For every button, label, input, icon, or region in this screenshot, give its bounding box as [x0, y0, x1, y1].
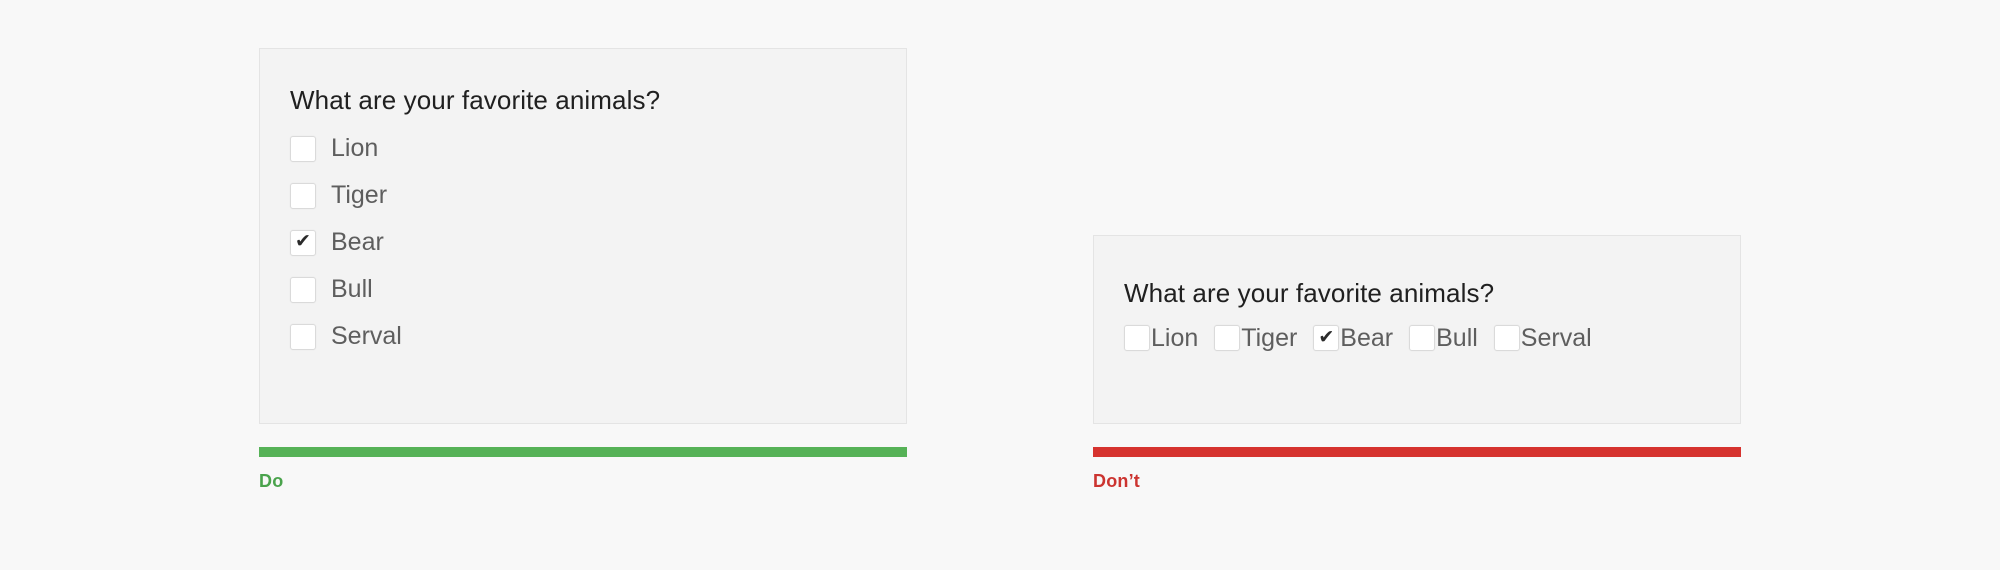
checkbox-input-serval[interactable]: ✔	[1493, 325, 1520, 352]
do-marker-label: Do	[259, 471, 284, 491]
dont-example: What are your favorite animals? ✔ Lion ✔…	[1093, 235, 1741, 490]
checkbox-option-tiger[interactable]: ✔ Tiger	[1214, 318, 1297, 358]
dont-marker-bar	[1093, 447, 1741, 457]
checkbox-option-bull[interactable]: ✔ Bull	[290, 266, 906, 313]
checkbox-label-tiger: Tiger	[331, 181, 388, 210]
checkbox-option-lion[interactable]: ✔ Lion	[290, 125, 906, 172]
dont-marker-label: Don’t	[1093, 471, 1140, 491]
checkbox-label-lion: Lion	[331, 134, 379, 163]
checkbox-option-lion[interactable]: ✔ Lion	[1124, 318, 1198, 358]
checkbox-label-lion: Lion	[1151, 323, 1199, 352]
checkbox-option-tiger[interactable]: ✔ Tiger	[290, 172, 906, 219]
do-marker: Do	[259, 447, 907, 490]
checkbox-option-list: ✔ Lion ✔ Tiger ✔ Bear ✔ Bull	[290, 125, 906, 360]
checkbox-label-bear: Bear	[331, 228, 384, 257]
checkbox-group-panel-do: What are your favorite animals? ✔ Lion ✔…	[259, 48, 907, 424]
checkbox-label-bull: Bull	[331, 275, 373, 304]
checkbox-input-serval[interactable]: ✔	[290, 323, 316, 350]
checkbox-input-lion[interactable]: ✔	[1124, 325, 1150, 352]
checkbox-option-bull[interactable]: ✔ Bull	[1409, 318, 1478, 358]
checkmark-icon: ✔	[1318, 326, 1335, 348]
checkbox-label-bear: Bear	[1340, 323, 1394, 352]
question-heading: What are your favorite animals?	[1124, 278, 1495, 308]
checkbox-option-list: ✔ Lion ✔ Tiger ✔ Bear ✔ Bull	[1124, 318, 1740, 358]
checkbox-option-serval[interactable]: ✔ Serval	[290, 313, 906, 360]
do-marker-bar	[259, 447, 907, 457]
checkbox-input-tiger[interactable]: ✔	[1214, 325, 1241, 352]
checkbox-input-lion[interactable]: ✔	[290, 135, 316, 162]
checkbox-label-serval: Serval	[331, 322, 402, 351]
checkbox-option-bear[interactable]: ✔ Bear	[290, 219, 906, 266]
checkbox-input-bear[interactable]: ✔	[290, 229, 316, 256]
checkbox-input-bull[interactable]: ✔	[290, 276, 316, 303]
checkbox-group-panel-dont: What are your favorite animals? ✔ Lion ✔…	[1093, 235, 1741, 424]
dont-marker: Don’t	[1093, 447, 1741, 490]
checkbox-input-bear[interactable]: ✔	[1313, 325, 1340, 352]
checkbox-label-serval: Serval	[1520, 323, 1592, 352]
checkbox-option-bear[interactable]: ✔ Bear	[1313, 318, 1393, 358]
checkbox-input-tiger[interactable]: ✔	[290, 182, 316, 209]
question-heading: What are your favorite animals?	[290, 85, 661, 115]
checkbox-input-bull[interactable]: ✔	[1409, 325, 1436, 352]
do-example: What are your favorite animals? ✔ Lion ✔…	[259, 48, 907, 490]
checkmark-icon: ✔	[295, 231, 311, 253]
checkbox-option-serval[interactable]: ✔ Serval	[1493, 318, 1592, 358]
checkbox-label-tiger: Tiger	[1241, 323, 1298, 352]
checkbox-label-bull: Bull	[1436, 323, 1478, 352]
